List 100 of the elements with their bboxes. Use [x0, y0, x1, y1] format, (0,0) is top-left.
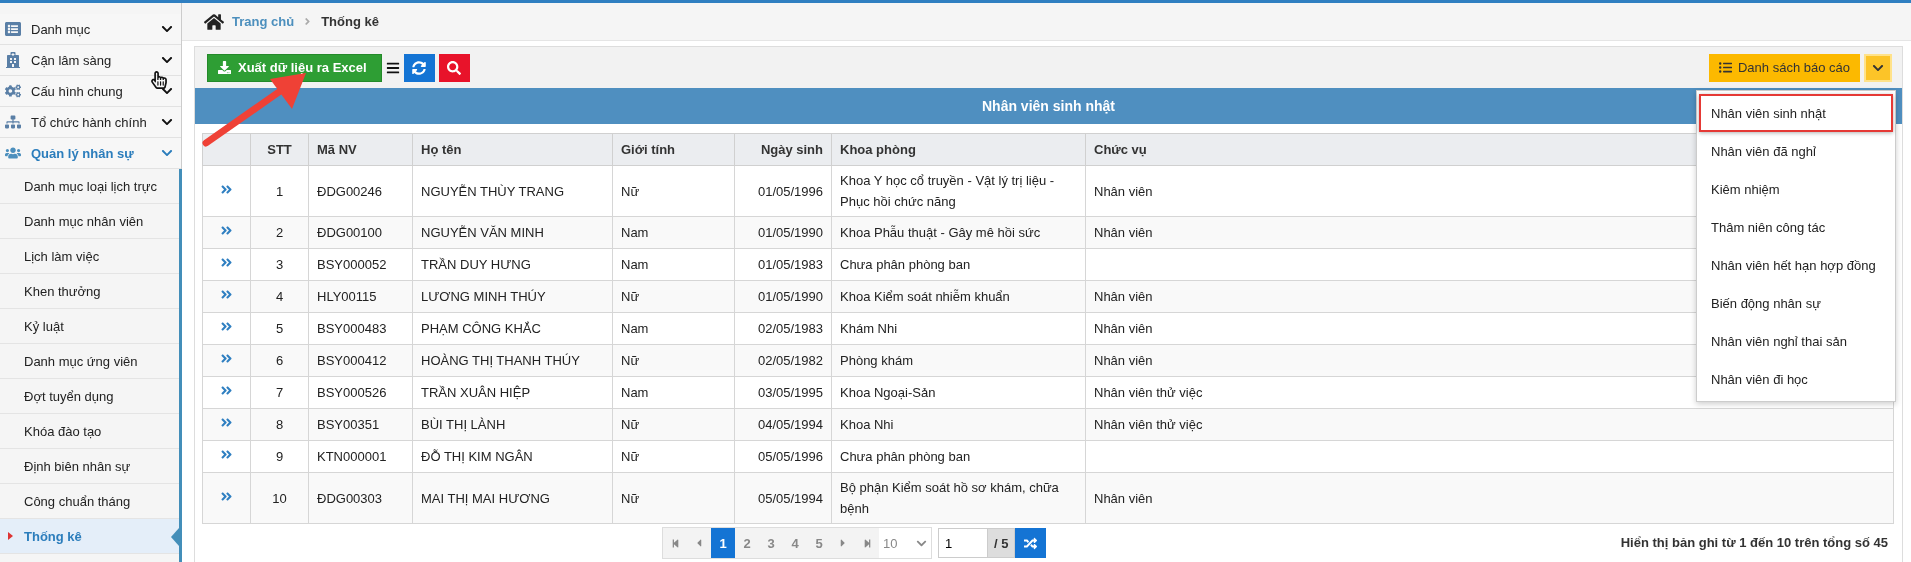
sitemap-icon: [5, 114, 21, 130]
download-icon: [218, 61, 231, 74]
department: Khám Nhi: [831, 312, 1086, 345]
group-label: Tổ chức hành chính: [31, 114, 148, 130]
group-label: Cận lâm sàng: [31, 52, 113, 68]
gender: Nam: [612, 216, 735, 249]
column-header: Giới tính: [612, 133, 735, 166]
expand-icon[interactable]: [220, 224, 233, 237]
gender: Nữ: [612, 280, 735, 313]
expand-icon[interactable]: [220, 288, 233, 301]
expand-icon[interactable]: [220, 256, 233, 269]
report-list-button[interactable]: Danh sách báo cáo: [1708, 53, 1860, 82]
menu-item[interactable]: Nhân viên hết hạn hợp đồng: [1699, 246, 1893, 284]
users-icon: [5, 145, 21, 161]
department: Phòng khám: [831, 344, 1086, 377]
chevron-icon: [161, 147, 173, 159]
row-number: 3: [250, 248, 309, 281]
expand-icon[interactable]: [220, 448, 233, 461]
expand-icon[interactable]: [220, 182, 233, 196]
menu-icon[interactable]: [385, 60, 400, 75]
employee-name: LƯƠNG MINH THÚY: [412, 280, 613, 313]
expand-icon[interactable]: [220, 416, 233, 429]
expand-icon[interactable]: [220, 384, 233, 397]
expand-icon[interactable]: [220, 489, 233, 503]
pointer-hand-icon: [150, 71, 168, 89]
expand-icon[interactable]: [220, 352, 233, 365]
department: Khoa Kiểm soát nhiễm khuẩn: [831, 280, 1086, 313]
department: Khoa Nhi: [831, 408, 1086, 441]
birth-date: 01/05/1990: [734, 280, 832, 313]
chevron-icon: [161, 54, 173, 66]
menu-item[interactable]: Nhân viên sinh nhật: [1699, 94, 1893, 132]
home-icon: [204, 11, 224, 32]
employee-code: HLY00115: [308, 280, 413, 313]
dropdown-toggle[interactable]: [1864, 53, 1892, 82]
gender: Nam: [612, 248, 735, 281]
employee-name: HOÀNG THỊ THANH THÚY: [412, 344, 613, 377]
gender: Nam: [612, 376, 735, 409]
search-icon: [447, 60, 462, 75]
group-label: Danh mục: [31, 21, 92, 37]
row-number: 9: [250, 440, 309, 473]
menu-item[interactable]: Biến động nhân sự: [1699, 284, 1893, 322]
row-number: 7: [250, 376, 309, 409]
page-total: / 5: [988, 528, 1016, 558]
department: Khoa Y học cổ truyền - Vật lý trị liệu - Phục hồi chức năng: [831, 165, 1086, 217]
chevron-icon: [161, 85, 173, 97]
refresh-button[interactable]: [403, 53, 435, 82]
employee-code: BSY000526: [308, 376, 413, 409]
column-header: STT: [250, 133, 309, 166]
position: Nhân viên thử việc: [1085, 408, 1894, 441]
employee-name: NGUYỄN VĂN MINH: [412, 216, 613, 249]
shuffle-icon: [1024, 536, 1038, 550]
breadcrumb-current: Thống kê: [321, 14, 379, 29]
expand-icon[interactable]: [220, 320, 233, 333]
birth-date: 04/05/1994: [734, 408, 832, 441]
row-number: 5: [250, 312, 309, 345]
list-icon: [1718, 61, 1732, 74]
go-button[interactable]: [1015, 528, 1047, 558]
employee-name: BÙI THỊ LÀNH: [412, 408, 613, 441]
gender: Nam: [612, 312, 735, 345]
employee-name: ĐỖ THỊ KIM NGÂN: [412, 440, 613, 473]
birth-date: 01/05/1983: [734, 248, 832, 281]
position: Nhân viên: [1085, 472, 1894, 524]
employee-name: NGUYỄN THÙY TRANG: [412, 165, 613, 217]
menu-item[interactable]: Kiêm nhiệm: [1699, 170, 1893, 208]
gender: Nữ: [612, 165, 735, 217]
birth-date: 01/05/1990: [734, 216, 832, 249]
gears-icon: [5, 83, 21, 99]
employee-name: TRẦN XUÂN HIỆP: [412, 376, 613, 409]
column-header: Ngày sinh: [734, 133, 832, 166]
employee-code: BSY000483: [308, 312, 413, 345]
refresh-icon: [412, 60, 427, 75]
sidebar-item[interactable]: Thống kê: [0, 519, 179, 554]
birth-date: 03/05/1995: [734, 376, 832, 409]
employee-code: BSY000412: [308, 344, 413, 377]
menu-item[interactable]: Thâm niên công tác: [1699, 208, 1893, 246]
gender: Nữ: [612, 440, 735, 473]
chevron-icon: [161, 23, 173, 35]
chevron-icon: [161, 116, 173, 128]
birth-date: 02/05/1982: [734, 344, 832, 377]
row-number: 6: [250, 344, 309, 377]
row-number: 8: [250, 408, 309, 441]
gender: Nữ: [612, 472, 735, 524]
page-input[interactable]: 1: [938, 528, 988, 558]
column-header: Mã NV: [308, 133, 413, 166]
birth-date: 05/05/1994: [734, 472, 832, 524]
row-number: 2: [250, 216, 309, 249]
employee-code: BSY000052: [308, 248, 413, 281]
employee-name: PHẠM CÔNG KHẮC: [412, 312, 613, 345]
group-label: Quản lý nhân sự: [31, 145, 135, 161]
employee-code: ĐDG00246: [308, 165, 413, 217]
employee-name: MAI THỊ MAI HƯƠNG: [412, 472, 613, 524]
search-button[interactable]: [438, 53, 470, 82]
department: Chưa phân phòng ban: [831, 440, 1086, 473]
employee-code: KTN000001: [308, 440, 413, 473]
row-number: 4: [250, 280, 309, 313]
gender: Nữ: [612, 408, 735, 441]
birth-date: 05/05/1996: [734, 440, 832, 473]
employee-code: BSY00351: [308, 408, 413, 441]
birth-date: 01/05/1996: [734, 165, 832, 217]
department: Chưa phân phòng ban: [831, 248, 1086, 281]
